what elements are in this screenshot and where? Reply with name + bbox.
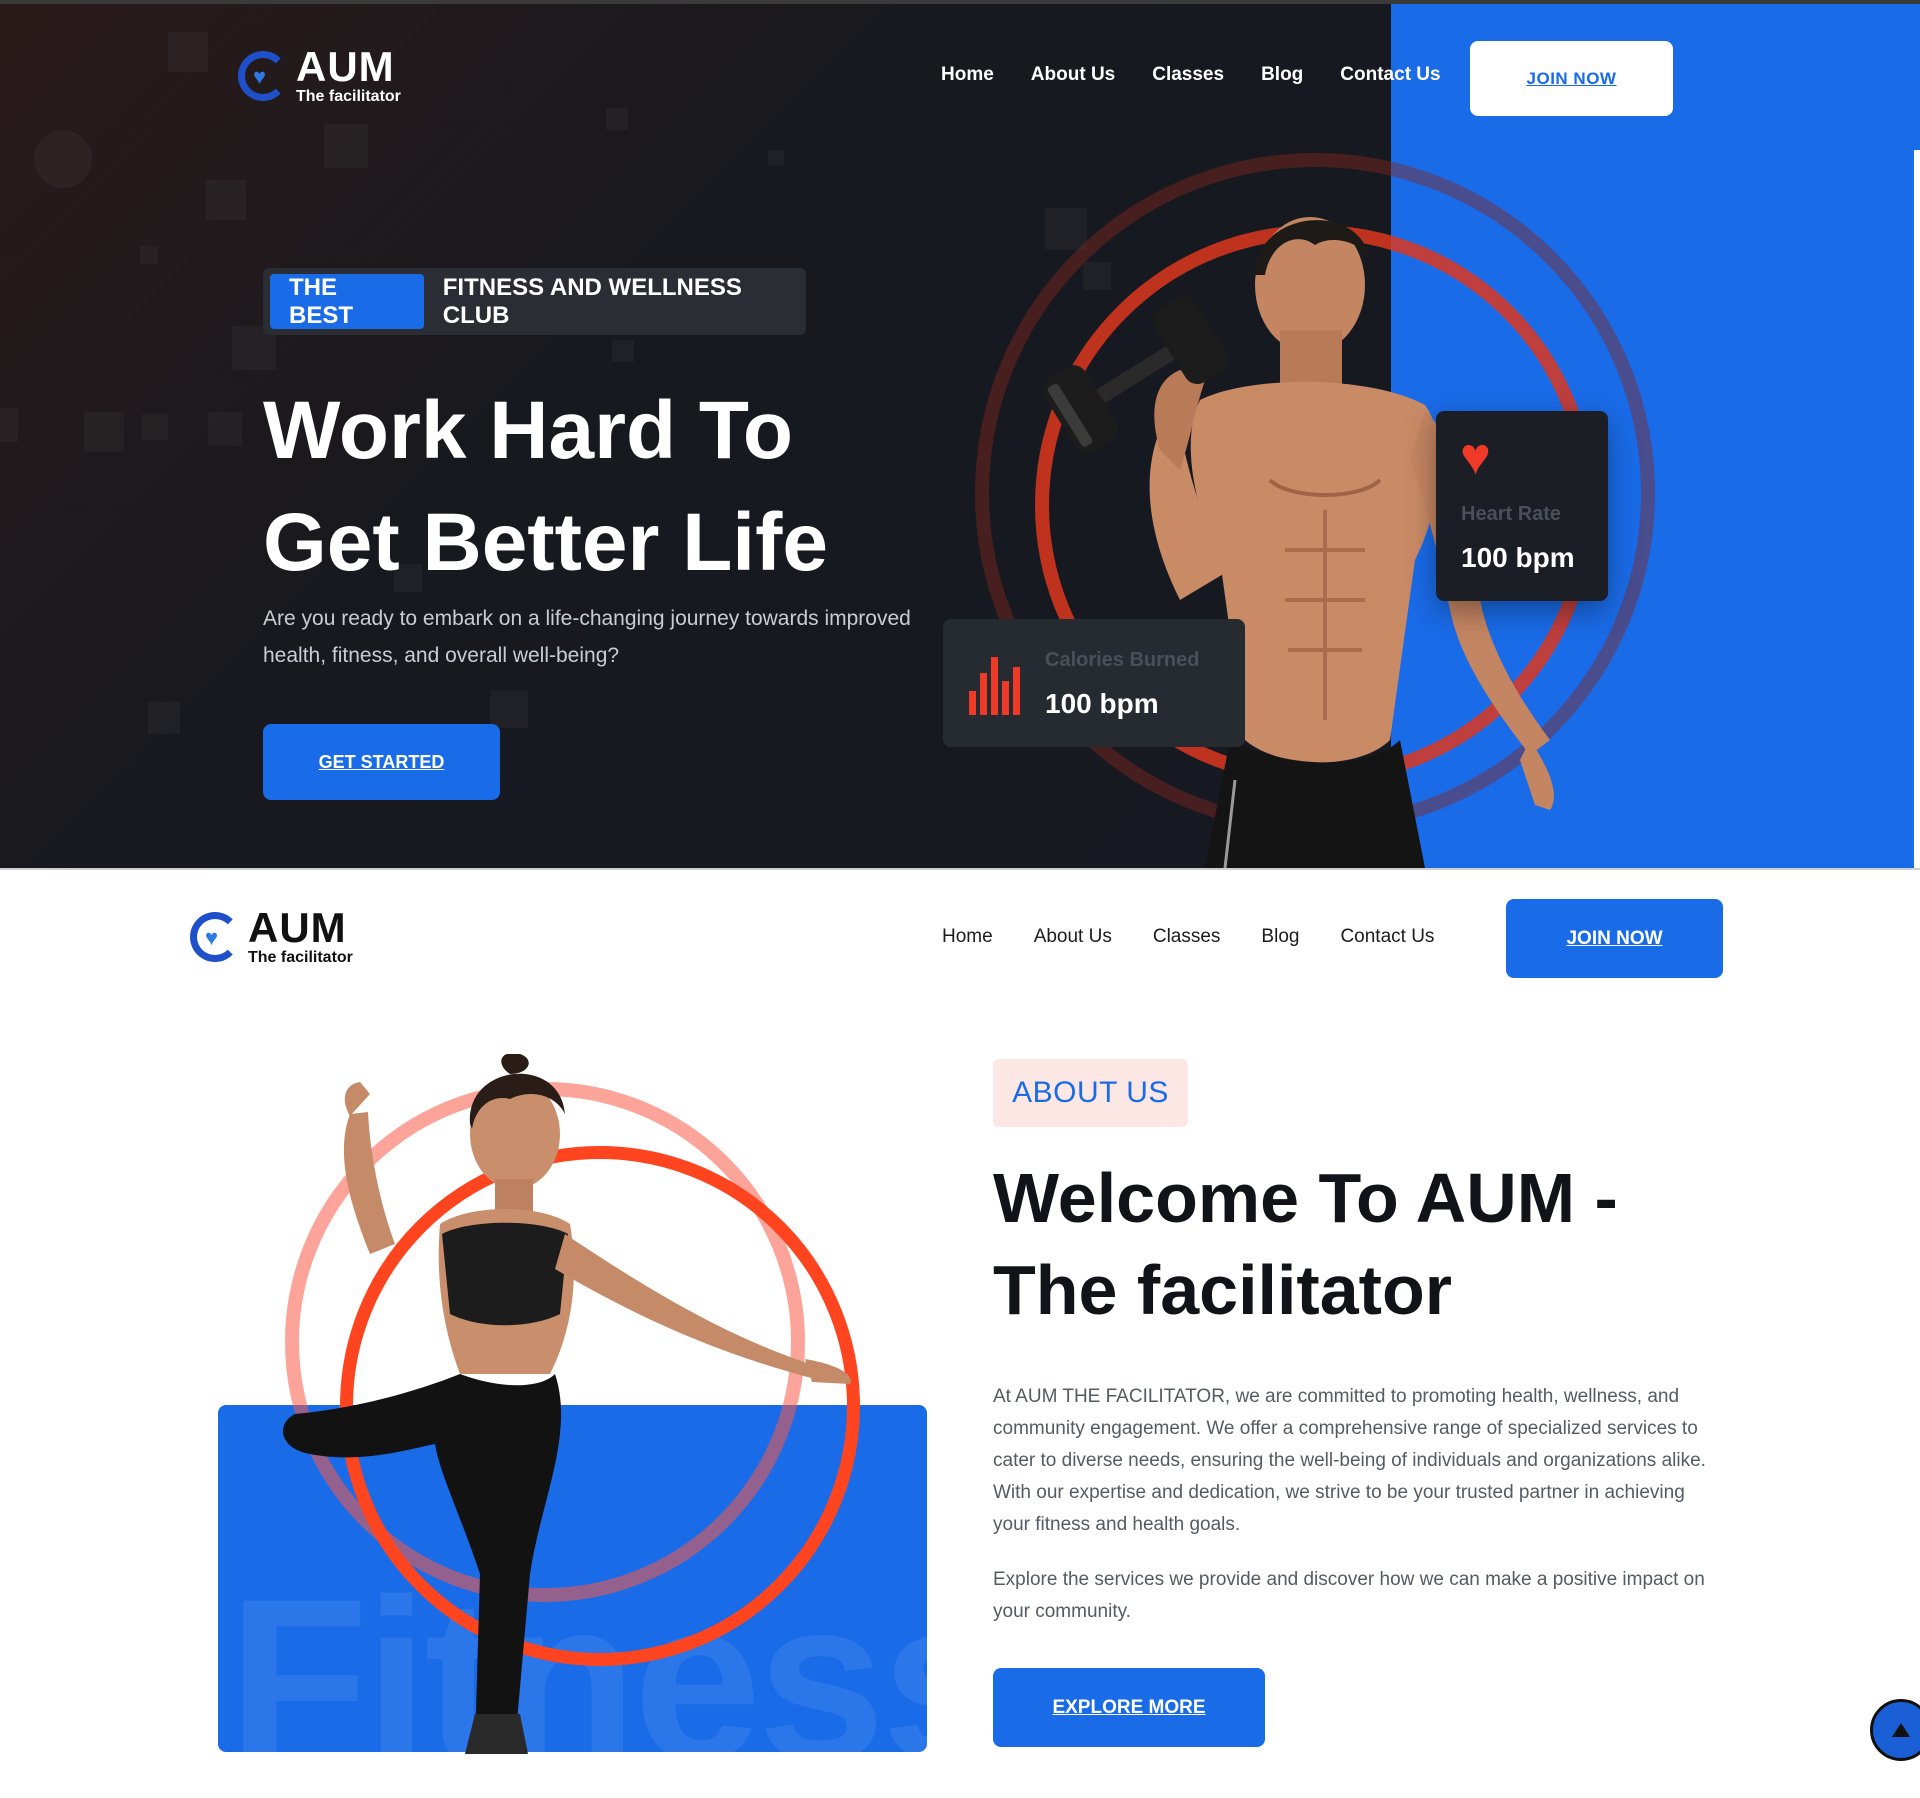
decor-square <box>324 124 368 168</box>
decor-square <box>606 108 628 130</box>
site-logo[interactable]: ♥ AUM The facilitator <box>236 46 401 105</box>
logo-title: AUM <box>296 43 395 90</box>
heart-rate-label: Heart Rate <box>1461 503 1562 525</box>
nav-contact-us[interactable]: Contact Us <box>1340 926 1434 948</box>
nav-blog[interactable]: Blog <box>1261 64 1303 86</box>
calories-value: 100 bpm <box>1045 688 1159 719</box>
logo-title: AUM <box>248 904 347 951</box>
sticky-nav: Home About Us Classes Blog Contact Us <box>942 926 1475 948</box>
decor-square <box>142 414 168 440</box>
about-heading: Welcome To AUM - The facilitator <box>993 1152 1713 1336</box>
decor-square <box>0 408 18 442</box>
about-us-pill: ABOUT US <box>993 1059 1188 1127</box>
get-started-button[interactable]: GET STARTED <box>263 724 500 800</box>
hero-heading: Work Hard To Get Better Life <box>263 375 963 599</box>
decor-square <box>208 412 242 446</box>
nav-blog[interactable]: Blog <box>1261 926 1299 948</box>
decor-square <box>140 246 158 264</box>
decor-square <box>768 150 784 166</box>
logo-tagline: The facilitator <box>296 88 401 105</box>
tag-text: FITNESS AND WELLNESS CLUB <box>442 273 742 329</box>
nav-classes[interactable]: Classes <box>1152 64 1224 86</box>
arrow-up-icon <box>1892 1723 1910 1737</box>
main-nav: Home About Us Classes Blog Contact Us <box>941 64 1478 86</box>
tag-highlight: THE BEST <box>270 274 424 329</box>
heart-hands-logo-icon: ♥ <box>236 47 294 105</box>
decor-circle <box>34 130 92 188</box>
nav-about-us[interactable]: About Us <box>1034 926 1112 948</box>
nav-home[interactable]: Home <box>941 64 994 86</box>
join-now-button[interactable]: JOIN NOW <box>1470 41 1673 116</box>
site-logo[interactable]: ♥ AUM The facilitator <box>188 907 353 966</box>
hero-heading-line2: Get Better Life <box>263 497 828 588</box>
decor-square <box>612 340 634 362</box>
calories-label: Calories Burned <box>1045 649 1200 671</box>
nav-contact-us[interactable]: Contact Us <box>1340 64 1440 86</box>
heart-hands-logo-icon: ♥ <box>188 908 246 966</box>
hero-description: Are you ready to embark on a life-changi… <box>263 607 911 667</box>
bar-chart-icon <box>969 657 1020 715</box>
decor-square <box>490 690 528 728</box>
calories-card: Calories Burned 100 bpm <box>943 619 1245 747</box>
hero-panel-edge <box>1914 150 1920 868</box>
hero-section: ♥ AUM The facilitator Home About Us Clas… <box>0 0 1920 868</box>
heart-icon: ♥ <box>1460 428 1491 486</box>
explore-more-button[interactable]: EXPLORE MORE <box>993 1668 1265 1747</box>
nav-about-us[interactable]: About Us <box>1031 64 1115 86</box>
heart-rate-card: ♥ Heart Rate 100 bpm <box>1436 411 1608 601</box>
about-paragraph-2: Explore the services we provide and disc… <box>993 1569 1705 1622</box>
scroll-to-top-button[interactable] <box>1870 1699 1920 1761</box>
nav-classes[interactable]: Classes <box>1153 926 1221 948</box>
decor-square <box>168 32 208 72</box>
hero-heading-line1: Work Hard To <box>263 385 793 476</box>
logo-tagline: The facilitator <box>248 949 353 966</box>
about-paragraph-1: At AUM THE FACILITATOR, we are committed… <box>993 1386 1706 1535</box>
decor-square <box>84 412 124 452</box>
about-heading-line1: Welcome To AUM - <box>993 1159 1618 1237</box>
about-section: Fitness ABOUT US Welcome To AUM - The fa… <box>0 1004 1920 1798</box>
woman-dancing-image <box>283 1054 851 1754</box>
sticky-header: ♥ AUM The facilitator Home About Us Clas… <box>0 868 1920 1004</box>
decor-square <box>148 702 180 734</box>
nav-home[interactable]: Home <box>942 926 993 948</box>
heart-rate-value: 100 bpm <box>1461 542 1575 573</box>
join-now-button[interactable]: JOIN NOW <box>1506 899 1723 978</box>
hero-tag: THE BEST FITNESS AND WELLNESS CLUB <box>263 268 806 335</box>
about-heading-line2: The facilitator <box>993 1251 1452 1329</box>
decor-square <box>206 180 246 220</box>
